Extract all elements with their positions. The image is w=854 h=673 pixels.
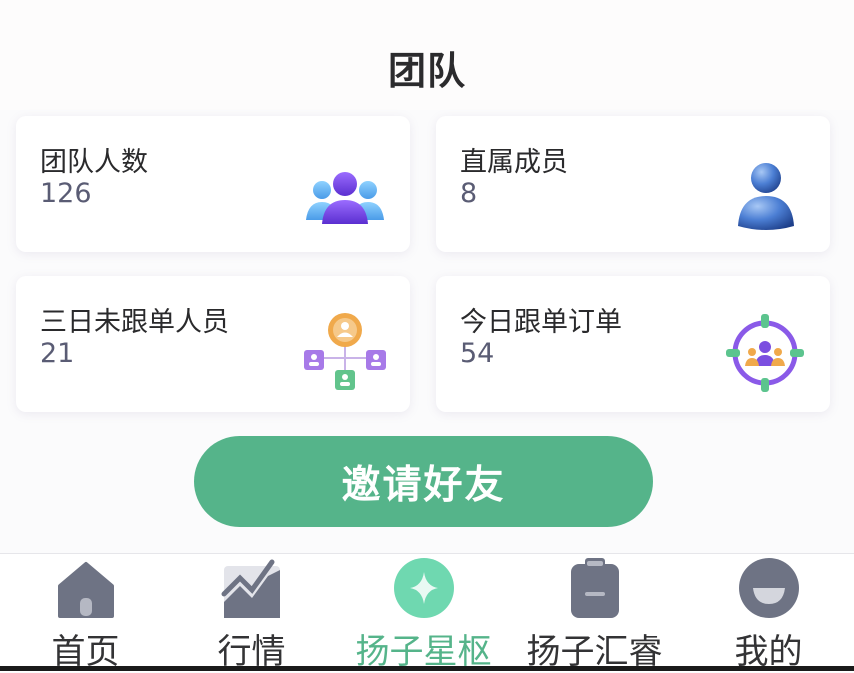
stat-value: 54 [460,338,495,369]
org-chart-icon [304,313,386,390]
home-indicator [0,666,854,671]
bottom-tab-bar: 首页 行情 扬子星枢 扬子汇睿 我的 [0,553,854,672]
home-icon [57,562,114,618]
profile-icon [738,558,799,618]
tab-market[interactable]: 行情 [166,554,337,672]
stat-label: 三日未跟单人员 [40,307,229,338]
stat-value: 126 [40,178,92,209]
stat-value: 21 [40,338,75,369]
stat-card-today-orders[interactable]: 今日跟单订单 54 [436,276,830,412]
tab-mine[interactable]: 我的 [683,554,854,672]
top-header: 团队 [0,0,854,110]
tab-yangzi-huirui[interactable]: 扬子汇睿 [509,554,680,672]
tab-yangzi-xingshu[interactable]: 扬子星枢 [338,554,509,672]
stat-label: 今日跟单订单 [460,307,622,338]
stat-card-direct-members[interactable]: 直属成员 8 [436,116,830,252]
clipboard-icon [570,558,619,618]
tab-home[interactable]: 首页 [0,554,171,672]
trend-chart-icon [221,559,280,618]
stat-value: 8 [460,178,478,209]
team-group-icon [306,172,384,224]
stat-label: 直属成员 [460,147,568,178]
stat-card-team-count[interactable]: 团队人数 126 [16,116,410,252]
stat-label: 团队人数 [40,147,148,178]
target-group-icon [726,314,804,392]
star-sparkle-icon [393,558,454,618]
person-icon [738,163,794,230]
stat-card-inactive-members[interactable]: 三日未跟单人员 21 [16,276,410,412]
invite-friends-button[interactable]: 邀请好友 [194,436,653,527]
page-title: 团队 [387,49,466,93]
